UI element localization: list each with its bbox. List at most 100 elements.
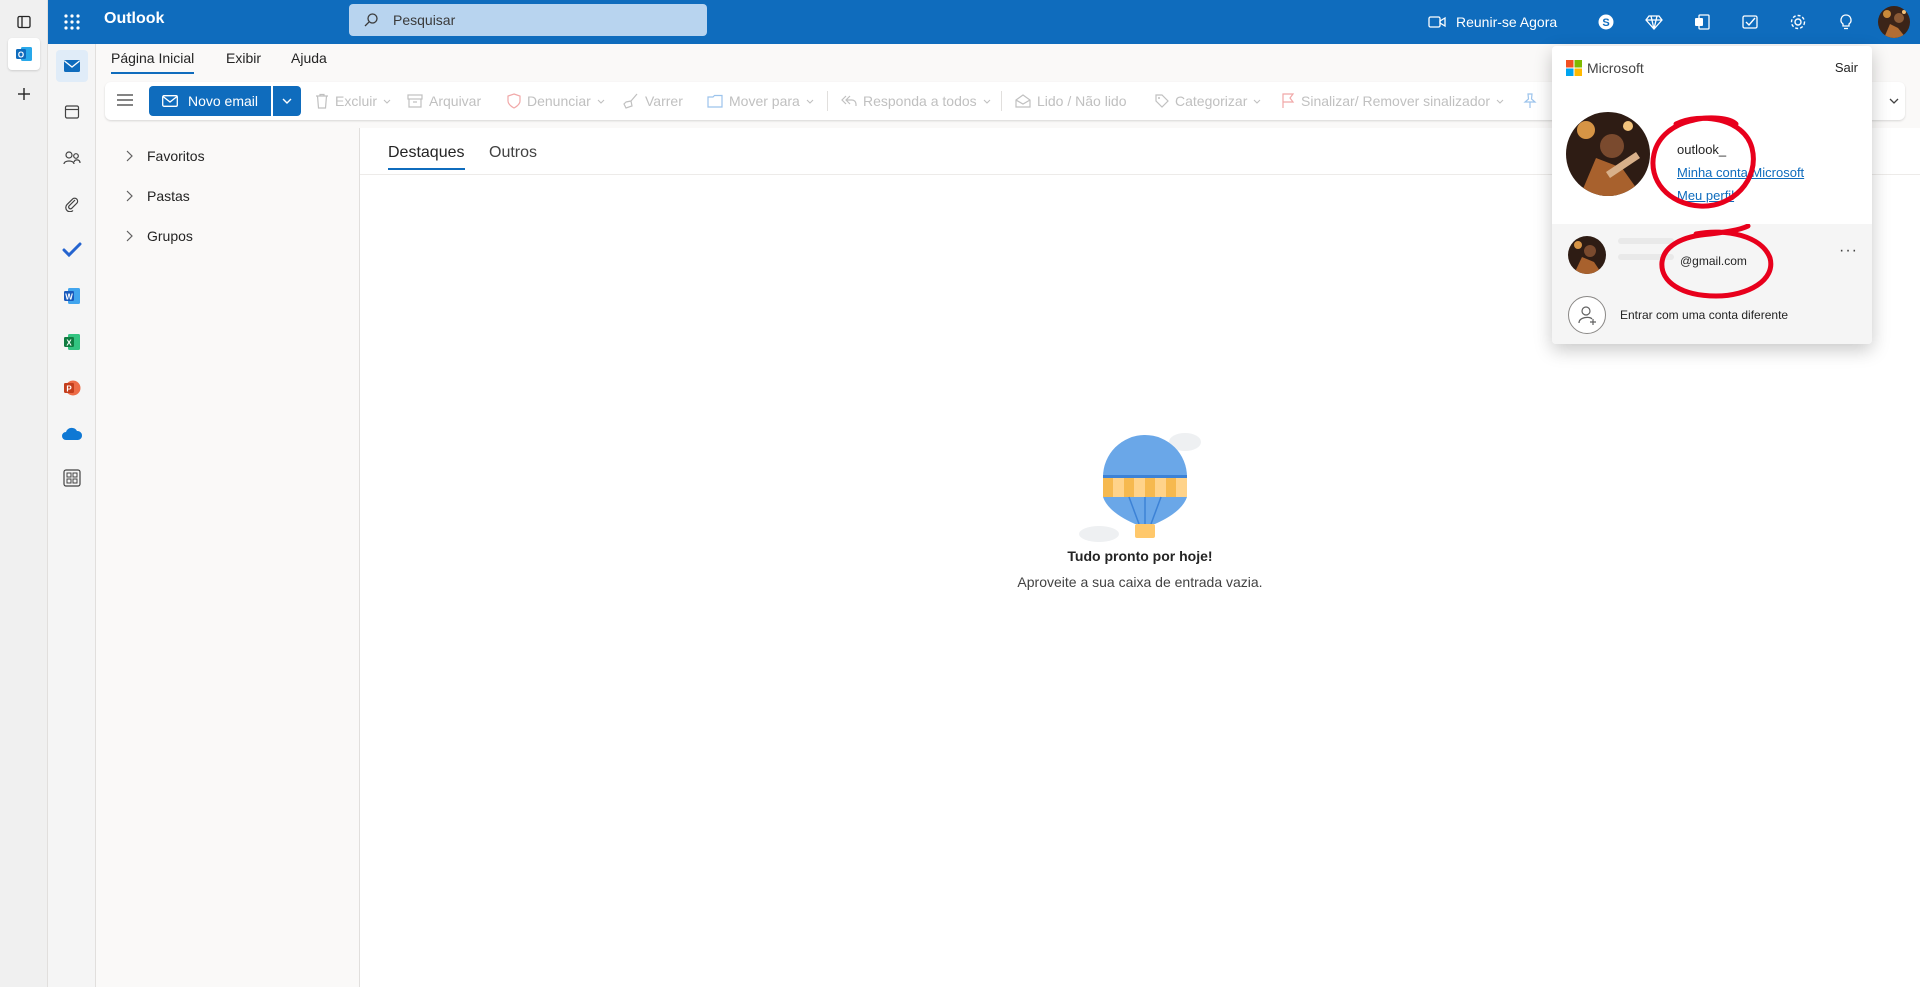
app-rail: O xyxy=(0,0,48,987)
account-avatar[interactable] xyxy=(1878,6,1910,38)
powerpoint-icon[interactable]: P xyxy=(56,372,88,404)
meet-now-button[interactable]: Reunir-se Agora xyxy=(1428,8,1557,36)
module-nav-rail: W X P xyxy=(48,44,96,987)
premium-diamond-icon[interactable] xyxy=(1640,8,1668,36)
svg-text:X: X xyxy=(66,338,72,347)
my-profile-link[interactable]: Meu perfil xyxy=(1677,188,1734,203)
word-icon[interactable]: W xyxy=(56,280,88,312)
sweep-button[interactable]: Varrer xyxy=(623,82,683,120)
new-mail-dropdown-button[interactable] xyxy=(273,86,301,116)
tab-other[interactable]: Outros xyxy=(489,144,537,168)
folder-groups[interactable]: Grupos xyxy=(126,228,193,244)
archive-button[interactable]: Arquivar xyxy=(407,82,481,120)
more-options-icon[interactable]: ··· xyxy=(1839,242,1858,260)
chevron-down-icon xyxy=(383,99,391,104)
calendar-icon[interactable] xyxy=(56,96,88,128)
account-name: outlook_ xyxy=(1677,142,1727,157)
ribbon-collapse-chevron-icon[interactable] xyxy=(1889,98,1899,104)
envelope-icon xyxy=(162,95,178,107)
broom-icon xyxy=(623,93,639,109)
outlook-app-icon[interactable]: O xyxy=(8,38,40,70)
chevron-down-icon xyxy=(806,99,814,104)
pin-icon xyxy=(1523,93,1537,109)
add-app-icon[interactable] xyxy=(8,78,40,110)
chevron-right-icon xyxy=(126,150,133,162)
sign-in-different-account-link[interactable]: Entrar com uma conta diferente xyxy=(1620,308,1788,322)
svg-text:S: S xyxy=(1602,17,1609,29)
archive-icon xyxy=(407,94,423,108)
chevron-down-icon xyxy=(1496,99,1504,104)
trash-icon xyxy=(315,93,329,109)
chevron-down-icon xyxy=(597,99,605,104)
other-account-avatar[interactable] xyxy=(1568,236,1606,274)
reply-all-icon xyxy=(841,95,857,107)
attachment-icon[interactable] xyxy=(56,188,88,220)
office-apps-icon[interactable] xyxy=(1688,8,1716,36)
more-apps-icon[interactable] xyxy=(56,462,88,494)
hot-air-balloon-illustration xyxy=(1073,412,1213,542)
read-unread-button[interactable]: Lido / Não lido xyxy=(1015,82,1127,120)
chevron-right-icon xyxy=(126,190,133,202)
other-account-email[interactable]: @gmail.com xyxy=(1680,254,1747,268)
open-envelope-icon xyxy=(1015,94,1031,108)
flag-button[interactable]: Sinalizar/ Remover sinalizador xyxy=(1281,82,1504,120)
svg-text:O: O xyxy=(18,51,24,60)
tab-help[interactable]: Ajuda xyxy=(291,50,327,72)
chevron-down-icon xyxy=(983,99,991,104)
settings-gear-icon[interactable] xyxy=(1784,8,1812,36)
shield-icon xyxy=(507,93,521,109)
other-accounts-section: @gmail.com ··· Entrar com uma conta dife… xyxy=(1552,224,1872,344)
tab-focused[interactable]: Destaques xyxy=(388,144,465,170)
mail-icon[interactable] xyxy=(56,50,88,82)
empty-state-subtitle: Aproveite a sua caixa de entrada vazia. xyxy=(1017,574,1263,590)
my-day-icon[interactable] xyxy=(1736,8,1764,36)
sidebar-toggle-icon[interactable] xyxy=(8,6,40,38)
folder-folders[interactable]: Pastas xyxy=(126,188,190,204)
microsoft-label: Microsoft xyxy=(1587,60,1644,76)
empty-state-title: Tudo pronto por hoje! xyxy=(1067,548,1213,564)
account-flyout: Microsoft Sair outlook_ Minha conta Micr… xyxy=(1552,46,1872,344)
top-header: Outlook Reunir-se Agora S xyxy=(48,0,1920,44)
search-input[interactable] xyxy=(391,4,691,36)
pin-button[interactable] xyxy=(1523,82,1543,120)
todo-icon[interactable] xyxy=(56,234,88,266)
search-box[interactable] xyxy=(349,4,707,36)
reply-all-button[interactable]: Responda a todos xyxy=(841,82,991,120)
folder-move-icon xyxy=(707,94,723,108)
chevron-down-icon xyxy=(1253,99,1261,104)
svg-text:P: P xyxy=(66,384,72,393)
tab-view[interactable]: Exibir xyxy=(226,50,261,72)
redacted-email-prefix xyxy=(1618,254,1674,260)
toolbar-divider xyxy=(827,91,828,111)
excel-icon[interactable]: X xyxy=(56,326,88,358)
app-launcher-icon[interactable] xyxy=(58,8,86,36)
new-mail-label: Novo email xyxy=(187,93,259,109)
redacted-name xyxy=(1618,238,1674,244)
report-button[interactable]: Denunciar xyxy=(507,82,605,120)
add-account-person-icon[interactable] xyxy=(1568,296,1606,334)
delete-button[interactable]: Excluir xyxy=(315,82,391,120)
my-microsoft-account-link[interactable]: Minha conta Microsoft xyxy=(1677,165,1804,180)
chevron-down-icon xyxy=(282,98,292,104)
app-name[interactable]: Outlook xyxy=(104,10,164,28)
tips-lightbulb-icon[interactable] xyxy=(1832,8,1860,36)
new-mail-button[interactable]: Novo email xyxy=(149,86,271,116)
microsoft-logo: Microsoft xyxy=(1566,60,1644,76)
chevron-right-icon xyxy=(126,230,133,242)
svg-text:W: W xyxy=(65,292,73,301)
tab-home[interactable]: Página Inicial xyxy=(111,50,195,74)
tag-icon xyxy=(1155,94,1169,108)
folder-favorites[interactable]: Favoritos xyxy=(126,148,205,164)
move-to-button[interactable]: Mover para xyxy=(707,82,814,120)
people-icon[interactable] xyxy=(56,142,88,174)
onedrive-icon[interactable] xyxy=(56,418,88,450)
toolbar-divider xyxy=(1001,91,1002,111)
microsoft-logo-icon xyxy=(1566,60,1582,76)
flag-icon xyxy=(1281,93,1295,109)
hamburger-menu-icon[interactable] xyxy=(117,93,133,107)
search-icon xyxy=(363,12,379,28)
meet-now-label: Reunir-se Agora xyxy=(1456,14,1558,30)
categorize-button[interactable]: Categorizar xyxy=(1155,82,1261,120)
sign-out-link[interactable]: Sair xyxy=(1835,60,1858,75)
skype-icon[interactable]: S xyxy=(1592,8,1620,36)
